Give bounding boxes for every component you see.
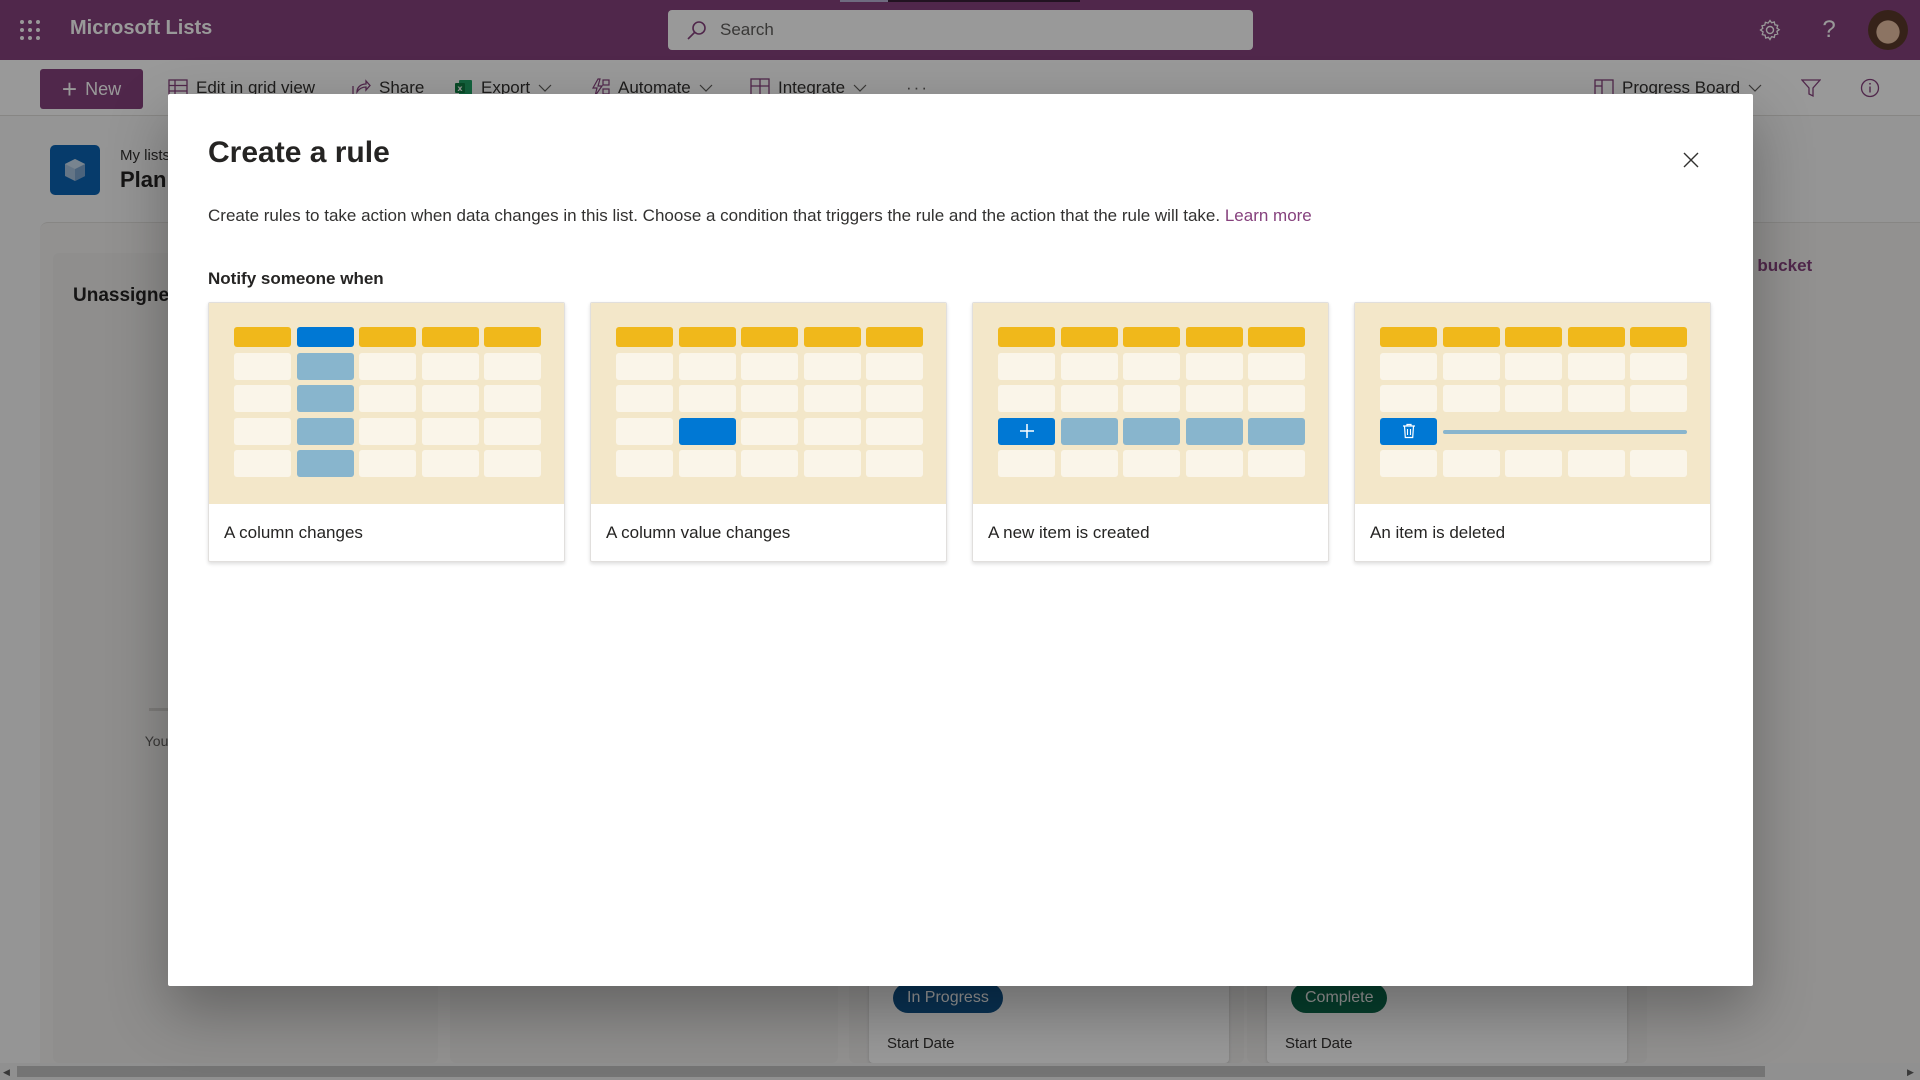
close-icon — [1683, 152, 1699, 168]
description-text: Create rules to take action when data ch… — [208, 206, 1221, 225]
dialog-title: Create a rule — [208, 136, 390, 169]
plus-icon — [1019, 424, 1034, 438]
option-label: A column changes — [224, 523, 363, 542]
close-button[interactable] — [1675, 144, 1707, 176]
column-value-changes-illustration — [591, 303, 946, 504]
option-column-changes[interactable]: A column changes — [208, 302, 565, 562]
learn-more-link[interactable]: Learn more — [1225, 206, 1312, 225]
option-column-value-changes[interactable]: A column value changes — [590, 302, 947, 562]
option-label: An item is deleted — [1370, 523, 1506, 542]
option-label: A column value changes — [606, 523, 791, 542]
create-rule-dialog: Create a rule Create rules to take actio… — [168, 94, 1753, 986]
new-item-illustration — [973, 303, 1328, 504]
trash-icon — [1402, 423, 1415, 439]
section-label: Notify someone when — [208, 269, 384, 288]
column-changes-illustration — [209, 303, 564, 504]
option-label: A new item is created — [988, 523, 1150, 542]
option-item-deleted[interactable]: An item is deleted — [1354, 302, 1711, 562]
dialog-description: Create rules to take action when data ch… — [208, 206, 1312, 226]
option-new-item-created[interactable]: A new item is created — [972, 302, 1329, 562]
trigger-options: A column changes A column value changes — [208, 302, 1711, 562]
item-deleted-illustration — [1355, 303, 1710, 504]
